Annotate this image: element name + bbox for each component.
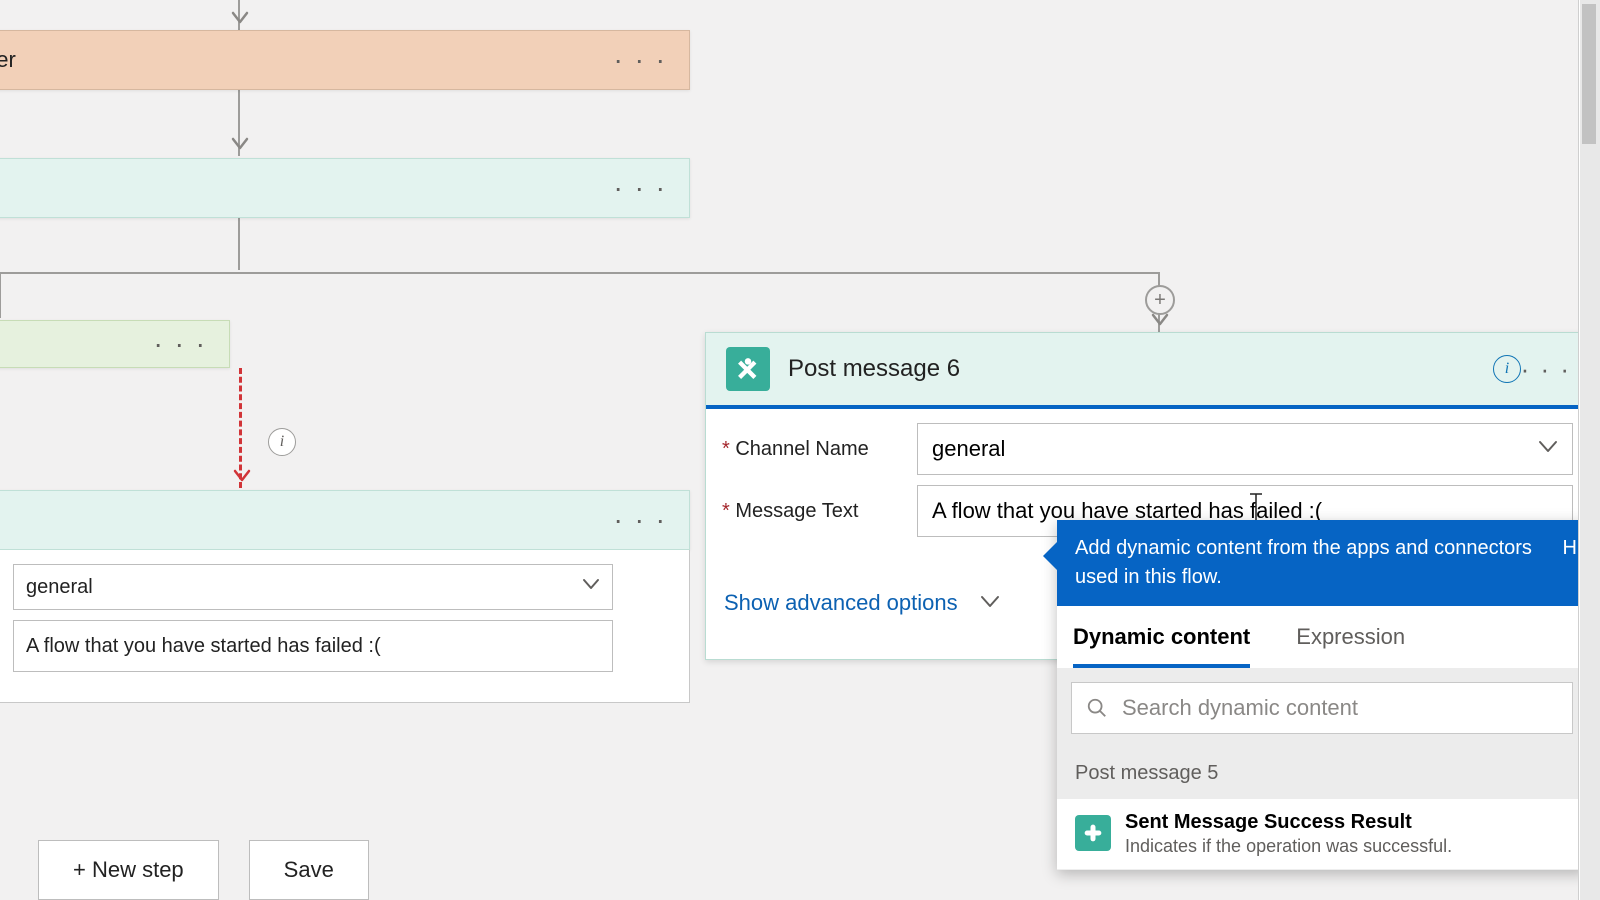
info-icon[interactable]: i — [1493, 355, 1521, 383]
pm4-channel-value: general — [26, 576, 93, 599]
panel-hide-link[interactable]: H — [1563, 534, 1577, 563]
chevron-down-icon — [580, 573, 602, 601]
dynamic-item-subtitle: Indicates if the operation was successfu… — [1125, 836, 1452, 857]
flow-connector-runafter: i — [239, 368, 242, 488]
search-icon — [1086, 697, 1108, 719]
action-card-http[interactable]: and ping HTTP server · · · — [0, 30, 690, 90]
dynamic-section-header: Post message 5 — [1057, 748, 1587, 799]
slack-icon — [726, 347, 770, 391]
chevron-down-icon — [978, 593, 1002, 618]
save-button[interactable]: Save — [249, 840, 369, 900]
action-card-header[interactable]: Post message 6 i · · · — [706, 333, 1589, 405]
panel-banner: Add dynamic content from the apps and co… — [1057, 520, 1587, 606]
add-branch-step-button[interactable]: + — [1145, 285, 1175, 315]
action-card-pm4[interactable]: 4 · · · — [0, 490, 690, 550]
flow-connector — [238, 0, 240, 30]
dynamic-content-item[interactable]: Sent Message Success Result Indicates if… — [1057, 799, 1587, 870]
vertical-scrollbar[interactable] — [1578, 0, 1600, 900]
action-card-pm4-body: general A flow that you have started has… — [0, 550, 690, 703]
flow-branch — [0, 272, 1160, 274]
flow-connector — [238, 218, 240, 270]
more-icon[interactable]: · · · — [1521, 354, 1571, 385]
more-icon[interactable]: · · · — [153, 330, 207, 358]
more-icon[interactable]: · · · — [613, 174, 667, 202]
run-after-info-icon[interactable]: i — [268, 428, 296, 456]
tab-dynamic-content[interactable]: Dynamic content — [1073, 624, 1250, 668]
search-dynamic-content-input[interactable]: Search dynamic content — [1071, 682, 1573, 734]
message-text-label: Message Text — [722, 500, 917, 523]
chevron-down-icon — [1536, 434, 1560, 464]
slack-icon — [1075, 815, 1111, 851]
action-title: and ping HTTP server — [0, 47, 16, 73]
flow-connector — [0, 272, 1, 318]
pm4-message-input[interactable]: A flow that you have started has failed … — [13, 620, 613, 672]
more-icon[interactable]: · · · — [613, 46, 667, 74]
pm4-channel-combo[interactable]: general — [13, 564, 613, 610]
channel-name-combo[interactable]: general — [917, 423, 1573, 475]
dynamic-item-title: Sent Message Success Result — [1125, 811, 1452, 834]
search-placeholder: Search dynamic content — [1122, 695, 1358, 721]
action-card-condition-branch[interactable]: · · · — [0, 320, 230, 368]
action-card-pm5[interactable]: 5 · · · — [0, 158, 690, 218]
action-card-title: Post message 6 — [788, 355, 960, 383]
scrollbar-thumb[interactable] — [1582, 4, 1596, 144]
more-icon[interactable]: · · · — [613, 506, 667, 534]
new-step-button[interactable]: + New step — [38, 840, 219, 900]
tab-expression[interactable]: Expression — [1296, 624, 1405, 668]
dynamic-content-panel: Add dynamic content from the apps and co… — [1057, 520, 1587, 870]
pm4-message-value: A flow that you have started has failed … — [26, 635, 381, 658]
channel-name-value: general — [932, 436, 1005, 462]
channel-name-label: Channel Name — [722, 438, 917, 461]
flow-connector — [238, 90, 240, 156]
